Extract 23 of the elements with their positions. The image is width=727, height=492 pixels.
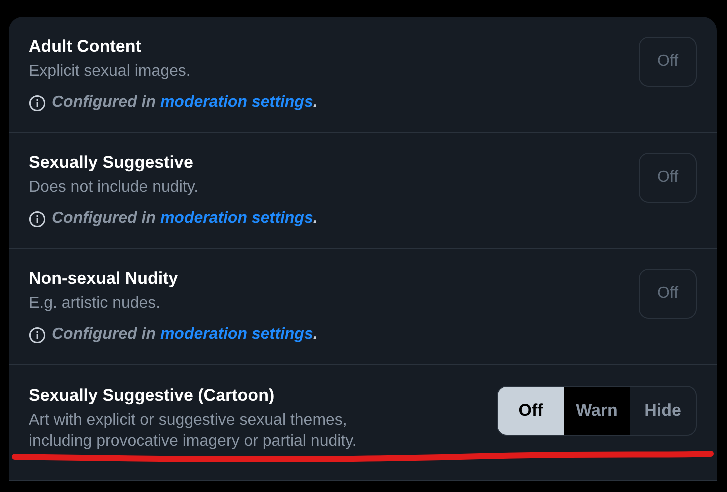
setting-description: Art with explicit or suggestive sexual themes, including provocative imagery or partial nudity. <box>29 411 358 452</box>
off-button[interactable]: Off <box>639 37 697 87</box>
configured-note: Configured in moderation settings. <box>52 93 318 113</box>
setting-title: Sexually Suggestive <box>29 152 194 174</box>
setting-title: Sexually Suggestive (Cartoon) <box>29 385 276 407</box>
setting-description: Explicit sexual images. <box>29 62 192 82</box>
moderation-settings-link[interactable]: moderation settings <box>160 326 314 343</box>
configured-note: Configured in moderation settings. <box>52 209 318 229</box>
setting-title: Non-sexual Nudity <box>29 268 180 290</box>
configured-note: Configured in moderation settings. <box>52 325 318 345</box>
setting-title: Adult Content <box>29 36 142 58</box>
moderation-settings-link[interactable]: moderation settings <box>160 210 314 227</box>
info-icon <box>29 326 46 344</box>
setting-description: E.g. artistic nudes. <box>29 294 162 314</box>
info-icon <box>29 94 46 112</box>
option-tab[interactable]: Warn <box>564 387 630 435</box>
moderation-settings-link[interactable]: moderation settings <box>160 94 314 111</box>
off-button[interactable]: Off <box>639 153 697 203</box>
off-button[interactable]: Off <box>639 269 697 319</box>
setting-description: Does not include nudity. <box>29 178 200 198</box>
option-tab[interactable]: Off <box>498 387 564 435</box>
option-tab[interactable]: Hide <box>630 387 696 435</box>
info-icon <box>29 210 46 228</box>
